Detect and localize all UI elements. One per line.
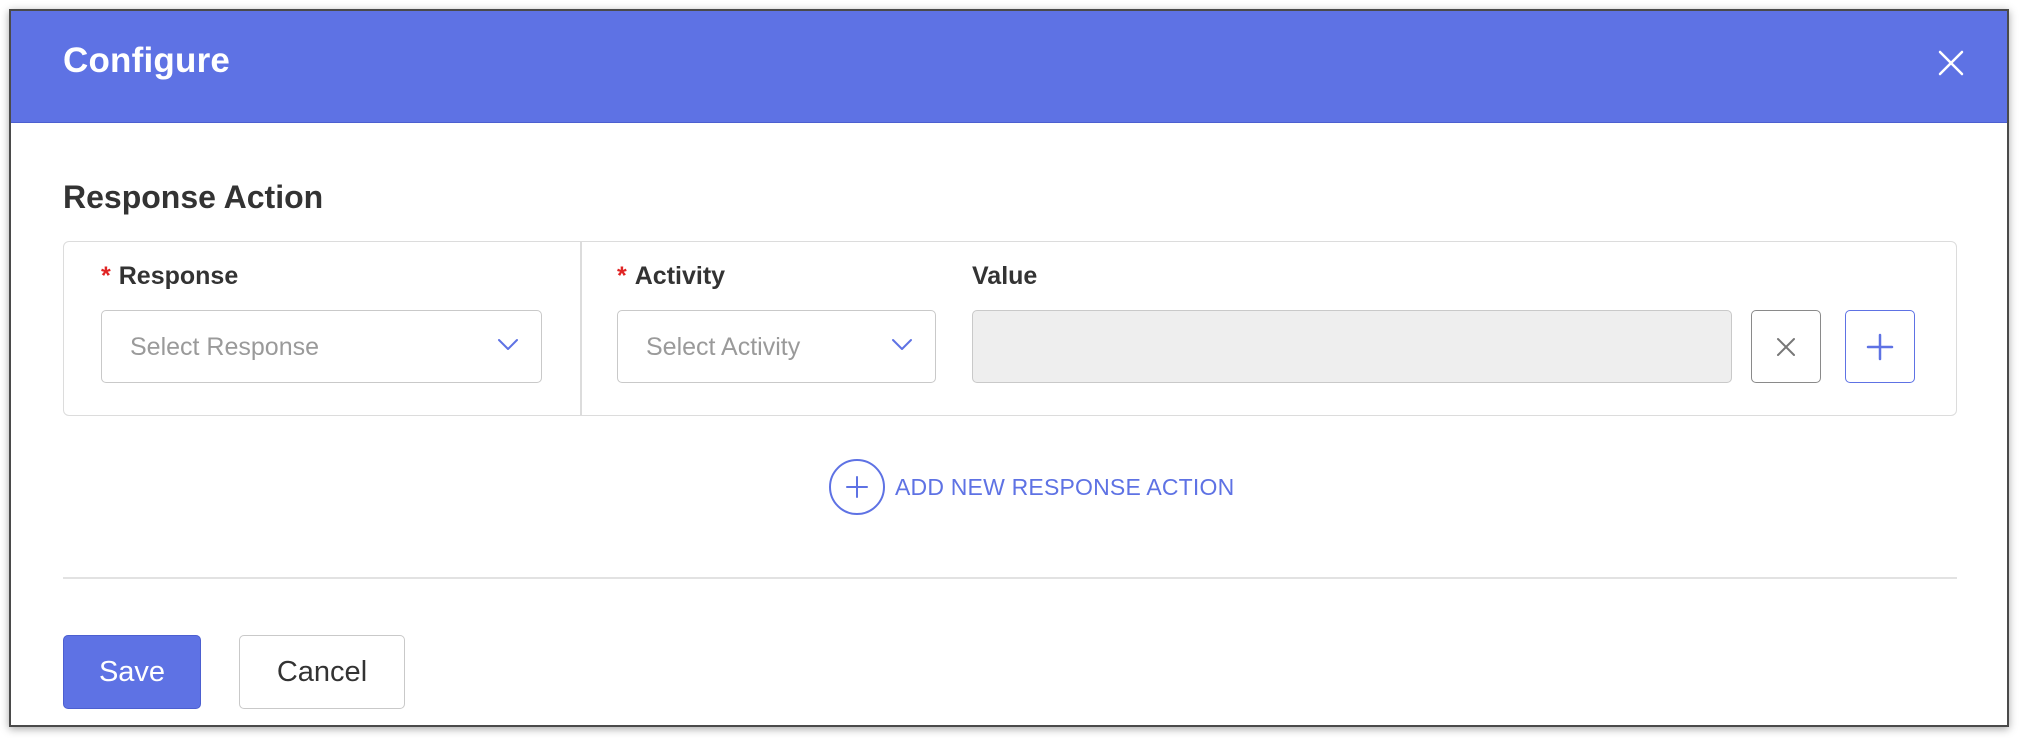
close-icon[interactable] xyxy=(1937,49,1965,77)
cancel-button[interactable]: Cancel xyxy=(239,635,405,709)
save-button[interactable]: Save xyxy=(63,635,201,709)
chevron-down-icon xyxy=(892,339,912,350)
chevron-down-icon xyxy=(498,339,518,350)
add-new-response-action-label: ADD NEW RESPONSE ACTION xyxy=(895,473,1235,500)
plus-icon xyxy=(1866,333,1894,360)
add-new-response-action-button[interactable]: ADD NEW RESPONSE ACTION xyxy=(829,457,1234,517)
required-marker: * xyxy=(617,262,627,290)
response-select-placeholder: Select Response xyxy=(130,333,320,361)
dialog-header: Configure xyxy=(11,11,2007,123)
section-title: Response Action xyxy=(63,179,324,215)
activity-select[interactable]: Select Activity xyxy=(617,310,936,383)
add-row-button[interactable] xyxy=(1845,310,1915,383)
configure-dialog: Configure Response Action * Response Sele… xyxy=(9,9,2009,727)
column-divider xyxy=(580,242,582,415)
value-label: Value xyxy=(972,262,1038,290)
plus-circle-icon xyxy=(829,459,885,515)
response-select[interactable]: Select Response xyxy=(101,310,542,383)
required-marker: * xyxy=(101,262,111,290)
close-icon xyxy=(1777,337,1795,356)
response-label: * Response xyxy=(101,262,238,291)
activity-label-text: Activity xyxy=(634,262,726,290)
remove-row-button[interactable] xyxy=(1751,310,1821,383)
response-action-row: * Response Select Response * Activity Sele… xyxy=(63,241,1957,416)
dialog-title: Configure xyxy=(63,41,231,80)
value-field xyxy=(972,310,1732,383)
response-label-text: Response xyxy=(118,262,239,290)
activity-select-placeholder: Select Activity xyxy=(646,333,801,361)
activity-label: * Activity xyxy=(617,262,725,291)
footer-divider xyxy=(63,577,1957,579)
